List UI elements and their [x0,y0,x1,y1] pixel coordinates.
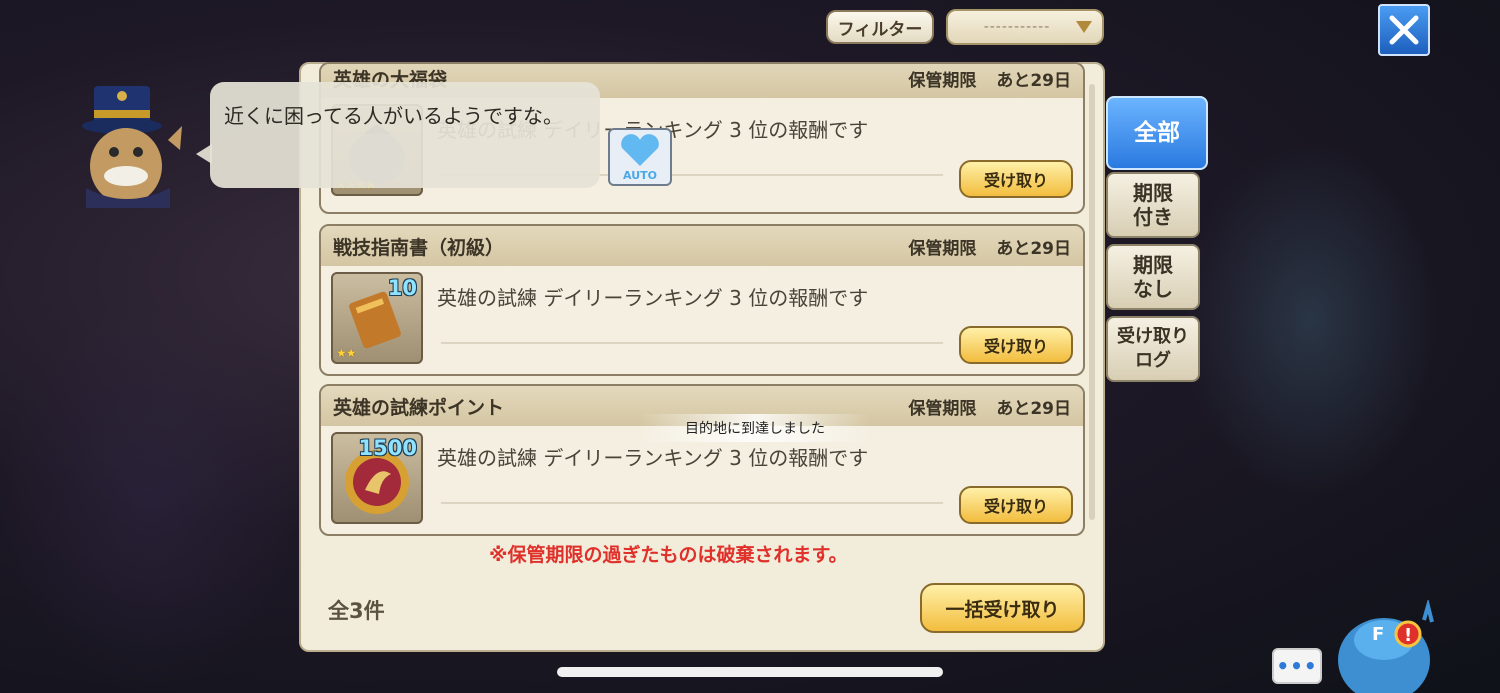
svg-text:F: F [1372,624,1384,645]
tab-label: 期限 [1133,253,1173,277]
receive-button[interactable]: 受け取り [959,160,1073,198]
speech-bubble-tail [196,144,212,164]
dropdown-arrow-icon [1076,21,1092,33]
svg-text:!: ! [1404,625,1412,646]
speech-bubble: 近くに困ってる人がいるようですな。 [196,82,600,188]
item-count: 10 [387,276,417,300]
expiry-value: あと29日 [996,238,1071,259]
tab-label: 期限 [1133,181,1173,205]
card-divider [441,342,943,344]
receive-button[interactable]: 受け取り [959,486,1073,524]
background-glow [0,300,300,693]
item-manual-icon: 10 ★★ [331,272,423,364]
expiry-value: あと29日 [996,398,1071,419]
expiry-label: 保管期限 [908,70,977,91]
tab-limited[interactable]: 期限 付き [1106,172,1200,238]
card-description: 英雄の試練 デイリーランキング 3 位の報酬です [437,286,869,310]
auto-label: AUTO [623,169,657,182]
expiry-value: あと29日 [996,70,1071,91]
home-indicator[interactable] [557,667,943,677]
dropdown-value: ----------- [983,19,1051,35]
tab-all[interactable]: 全部 [1106,96,1208,170]
mascot-character-icon [82,86,182,208]
reward-card: 英雄の試練ポイント 保管期限 あと29日 1500 英雄の試練 デイリーランキン… [319,384,1085,536]
tab-label: 受け取り [1117,326,1189,347]
scrollbar[interactable] [1089,84,1095,520]
card-header: 戦技指南書（初級） 保管期限 あと29日 [321,226,1083,266]
background-glow [1180,140,1440,500]
expiry-label: 保管期限 [908,398,977,419]
toast-message: 目的地に到達しました [640,414,870,442]
rarity-stars: ★★ [336,346,356,360]
reward-card: 戦技指南書（初級） 保管期限 あと29日 10 ★★ 英雄の試練 デイリーランキ… [319,224,1085,376]
card-description: 英雄の試練 デイリーランキング 3 位の報酬です [437,446,869,470]
card-title: 戦技指南書（初級） [333,236,505,259]
close-x-icon [1389,15,1419,45]
filter-button[interactable]: フィルター [826,10,934,44]
heart-icon [621,134,659,166]
robot-assistant-icon[interactable]: F ! [1332,600,1442,693]
receive-button[interactable]: 受け取り [959,326,1073,364]
speech-text: 近くに困ってる人がいるようですな。 [224,104,563,128]
total-count: 全3件 [328,599,385,623]
item-count: 1500 [358,436,417,460]
item-point-icon: 1500 [331,432,423,524]
card-divider [441,502,943,504]
chat-bubble-icon: ••• [1276,654,1318,678]
tab-label: なし [1133,277,1173,301]
expiry-notice: ※保管期限の過ぎたものは破棄されます。 [489,544,848,566]
bulk-receive-button[interactable]: 一括受け取り [920,583,1085,633]
close-button[interactable] [1378,4,1430,56]
expiry-label: 保管期限 [908,238,977,259]
auto-ticket-icon: AUTO [608,128,672,186]
chat-button[interactable]: ••• [1272,648,1322,684]
tab-label: 付き [1133,205,1173,229]
filter-dropdown[interactable]: ----------- [946,9,1104,45]
tab-receive-log[interactable]: 受け取り ログ [1106,316,1200,382]
tab-label: 全部 [1134,120,1180,146]
tab-unlimited[interactable]: 期限 なし [1106,244,1200,310]
tab-label: ログ [1135,350,1171,371]
